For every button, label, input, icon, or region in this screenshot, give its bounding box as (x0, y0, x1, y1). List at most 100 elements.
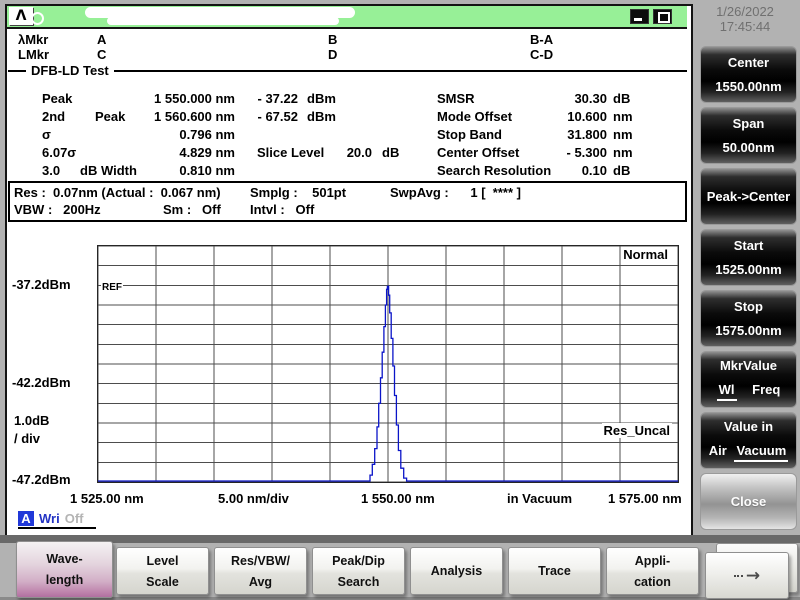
trace-state-label: Off (64, 511, 84, 526)
titlebar: Λ (7, 6, 687, 29)
osa-screen: Λ λMkr A B B-A LMkr C D C-D DFB-LD Test … (0, 0, 800, 600)
y-bottom-label: -47.2dBm (12, 472, 71, 487)
peak2-wavelength: 1 560.600 nm (154, 109, 235, 124)
stop-band-value: 31.800 (567, 127, 607, 142)
smsr-value: 30.30 (574, 91, 607, 106)
peak-wavelength: 1 550.000 nm (154, 91, 235, 106)
peak-to-center-button[interactable]: Peak->Center (700, 168, 797, 225)
x-end-label: 1 575.00 nm (608, 491, 682, 506)
redacted-title (107, 17, 339, 25)
tab-application-line1: Appli- (634, 553, 671, 568)
center-offset-unit: nm (613, 145, 633, 160)
search-resolution-value: 0.10 (581, 163, 607, 178)
value-in-option-vacuum[interactable]: Vacuum (734, 443, 789, 462)
mkr-value-label: MkrValue (719, 358, 778, 373)
tab-res-vbw-avg[interactable]: Res/VBW/ Avg (214, 547, 307, 595)
value-in-button[interactable]: Value in Air Vacuum (700, 412, 797, 469)
x-center-label: 1 550.00 nm (361, 491, 435, 506)
mkr-a-label: A (97, 32, 107, 47)
sigma-value: 0.796 nm (179, 127, 235, 142)
test-name-label: DFB-LD Test (26, 63, 114, 78)
tab-res-vbw-avg-line2: Avg (248, 574, 273, 589)
stop-band-label: Stop Band (437, 127, 502, 142)
tab-analysis[interactable]: Analysis (410, 547, 503, 595)
x-start-label: 1 525.00 nm (70, 491, 144, 506)
tab-trace[interactable]: Trace (508, 547, 601, 595)
ref-marker-label: REF (101, 282, 123, 293)
center-offset-label: Center Offset (437, 145, 520, 160)
sampling-setting: Smplg : 501pt (250, 185, 347, 200)
peak-to-center-label: Peak->Center (706, 189, 791, 204)
spectrum-trace-svg (98, 246, 678, 482)
mode-offset-label: Mode Offset (437, 109, 513, 124)
right-arrow-icon: → (745, 565, 761, 586)
tab-level-scale[interactable]: Level Scale (116, 547, 209, 595)
clock: 1/26/2022 17:45:44 (692, 4, 798, 34)
start-button[interactable]: Start 1525.00nm (700, 229, 797, 286)
date-label: 1/26/2022 (716, 4, 774, 19)
more-tabs-button[interactable]: → (705, 552, 789, 599)
time-label: 17:45:44 (719, 19, 771, 34)
vbw-setting: VBW : 200Hz (14, 202, 101, 217)
y-per-div-label2: / div (14, 431, 41, 446)
smoothing-setting: Sm : Off (163, 202, 221, 217)
mkr-value-option-wl[interactable]: Wl (716, 382, 737, 401)
mode-offset-unit: nm (613, 109, 633, 124)
mkr-value-option-freq[interactable]: Freq (752, 382, 780, 401)
tab-wavelength-line1: Wave- (46, 552, 83, 566)
width3db-value: 0.810 nm (179, 163, 235, 178)
mkr-b-label: B (328, 32, 338, 47)
mkr-c-label: C (97, 47, 107, 62)
sigma6-value: 4.829 nm (179, 145, 235, 160)
tab-peak-dip-search-line1: Peak/Dip (332, 553, 385, 568)
arrow-dash-icon (733, 574, 743, 577)
start-button-label: Start (733, 238, 764, 253)
title-smudge-ring (31, 12, 44, 25)
tab-trace-line1: Trace (538, 564, 571, 578)
tab-peak-dip-search[interactable]: Peak/Dip Search (312, 547, 405, 595)
minimize-button[interactable] (630, 9, 649, 24)
maximize-button[interactable] (653, 9, 672, 24)
tab-level-scale-line1: Level (146, 553, 179, 568)
center-offset-value: - 5.300 (566, 145, 607, 160)
stop-button[interactable]: Stop 1575.00nm (700, 290, 797, 347)
value-in-option-air[interactable]: Air (709, 443, 727, 462)
y-mid-label: -42.2dBm (12, 375, 71, 390)
tab-application[interactable]: Appli- cation (606, 547, 699, 595)
sigma-label: σ (42, 127, 51, 142)
center-button[interactable]: Center 1550.00nm (700, 46, 797, 103)
interval-setting: Intvl : Off (250, 202, 315, 217)
value-in-label: Value in (723, 419, 774, 434)
close-button[interactable]: Close (700, 473, 797, 530)
mkr-d-label: D (328, 47, 338, 62)
lambda-mkr-label: λMkr (18, 32, 49, 47)
peak2-level: - 67.52 (257, 109, 298, 124)
minimize-icon (634, 18, 642, 21)
slice-level-value: 20.0 (346, 145, 372, 160)
stop-button-label: Stop (734, 299, 763, 314)
tab-peak-dip-search-line2: Search (337, 574, 380, 589)
peak2-level-unit: dBm (307, 109, 336, 124)
span-button[interactable]: Span 50.00nm (700, 107, 797, 164)
close-button-label: Close (730, 494, 767, 509)
x-div-label: 5.00 nm/div (218, 491, 289, 506)
peak-label: Peak (42, 91, 73, 106)
level-mkr-label: LMkr (18, 47, 50, 62)
y-ref-label: -37.2dBm (12, 277, 71, 292)
tab-res-vbw-avg-line1: Res/VBW/ (230, 553, 291, 568)
start-button-value: 1525.00nm (715, 262, 782, 277)
mkr-value-button[interactable]: MkrValue Wl Freq (700, 351, 797, 408)
peak-level: - 37.22 (257, 91, 298, 106)
trace-status: A Wri Off (18, 511, 96, 529)
mkr-ba-label: B-A (530, 32, 554, 47)
tab-application-line2: cation (634, 574, 671, 589)
sweep-average-setting: SwpAvg : 1 [ **** ] (390, 185, 521, 200)
tab-wavelength[interactable]: Wave- length (16, 541, 113, 598)
mode-offset-value: 10.600 (567, 109, 607, 124)
center-button-value: 1550.00nm (715, 79, 782, 94)
span-button-value: 50.00nm (722, 140, 775, 155)
search-resolution-unit: dB (613, 163, 631, 178)
smsr-unit: dB (613, 91, 631, 106)
res-uncal-label: Res_Uncal (601, 423, 672, 438)
stop-button-value: 1575.00nm (715, 323, 782, 338)
